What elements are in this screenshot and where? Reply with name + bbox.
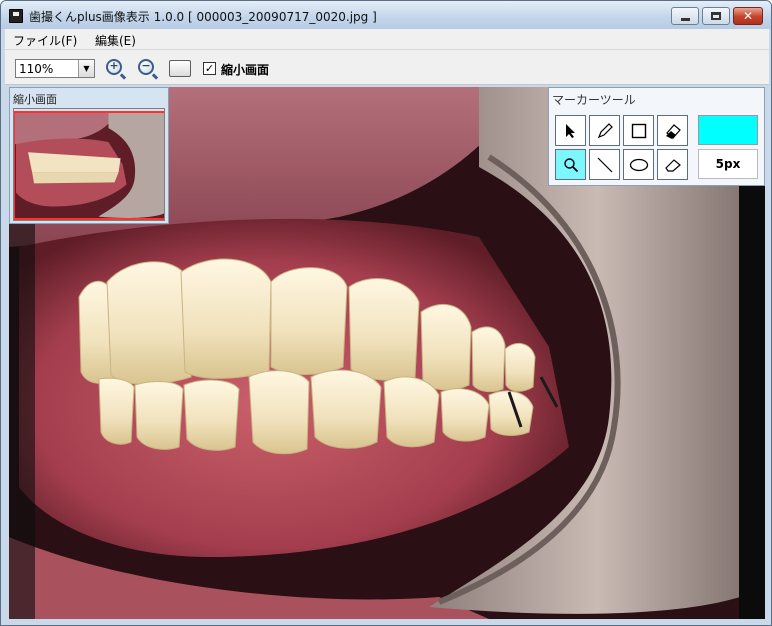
maximize-button[interactable] xyxy=(702,7,730,25)
marker-color-swatch[interactable] xyxy=(698,115,758,145)
zoom-value: 110% xyxy=(19,62,54,76)
zoom-select[interactable]: 110% ▼ xyxy=(15,59,95,78)
thumbnail-panel[interactable]: 縮小画面 xyxy=(9,87,169,224)
app-icon[interactable] xyxy=(9,9,23,23)
eraser-icon xyxy=(664,158,681,172)
close-icon: ✕ xyxy=(742,9,754,23)
close-button[interactable]: ✕ xyxy=(733,7,763,25)
app-window: 歯撮くんplus画像表示 1.0.0 [ 000003_20090717_002… xyxy=(0,0,772,626)
rectangle-tool-button[interactable] xyxy=(623,115,654,146)
menu-edit[interactable]: 編集(E) xyxy=(95,32,136,49)
menu-bar: ファイル(F) 編集(E) xyxy=(5,29,769,49)
rectangle-icon xyxy=(631,123,646,138)
line-tool-button[interactable] xyxy=(589,149,620,180)
maximize-icon xyxy=(711,12,721,20)
marker-size-box[interactable]: 5px xyxy=(698,149,758,179)
thumbnail-photo xyxy=(14,111,164,220)
zoom-in-button[interactable]: + xyxy=(105,58,127,80)
zoom-in-icon: + xyxy=(106,59,122,75)
minimize-icon xyxy=(680,17,690,21)
line-icon xyxy=(597,157,612,172)
zoom-out-button[interactable]: − xyxy=(137,58,159,80)
zoom-out-icon: − xyxy=(138,59,154,75)
pencil-tool-button[interactable] xyxy=(589,115,620,146)
pointer-tool-button[interactable] xyxy=(555,115,586,146)
thumbnail-title: 縮小画面 xyxy=(13,93,57,106)
marker-panel-title: マーカーツール xyxy=(552,93,636,107)
thumbnail-checkbox-label[interactable]: 縮小画面 xyxy=(221,61,269,78)
title-bar[interactable]: 歯撮くんplus画像表示 1.0.0 [ 000003_20090717_002… xyxy=(1,1,771,29)
pencil-icon xyxy=(597,122,613,138)
clear-all-icon xyxy=(665,123,681,139)
clear-all-tool-button[interactable] xyxy=(657,115,688,146)
thumbnail-checkbox[interactable]: ✓ xyxy=(203,62,216,75)
window-title: 歯撮くんplus画像表示 1.0.0 [ 000003_20090717_002… xyxy=(29,10,377,24)
magnifier-tool-button[interactable] xyxy=(555,149,586,180)
thumbnail-image[interactable] xyxy=(13,108,165,221)
marker-tool-panel: マーカーツール 5px xyxy=(548,87,765,186)
chevron-down-icon[interactable]: ▼ xyxy=(78,60,94,77)
marker-size-value: 5px xyxy=(715,157,741,171)
magnifier-icon xyxy=(563,157,578,172)
fit-window-button[interactable] xyxy=(169,60,191,77)
ellipse-tool-button[interactable] xyxy=(623,149,654,180)
toolbar: 110% ▼ + − ✓ 縮小画面 xyxy=(5,49,769,85)
minimize-button[interactable] xyxy=(671,7,699,25)
eraser-tool-button[interactable] xyxy=(657,149,688,180)
pointer-icon xyxy=(565,123,575,138)
menu-file[interactable]: ファイル(F) xyxy=(13,32,77,49)
ellipse-icon xyxy=(629,158,648,171)
